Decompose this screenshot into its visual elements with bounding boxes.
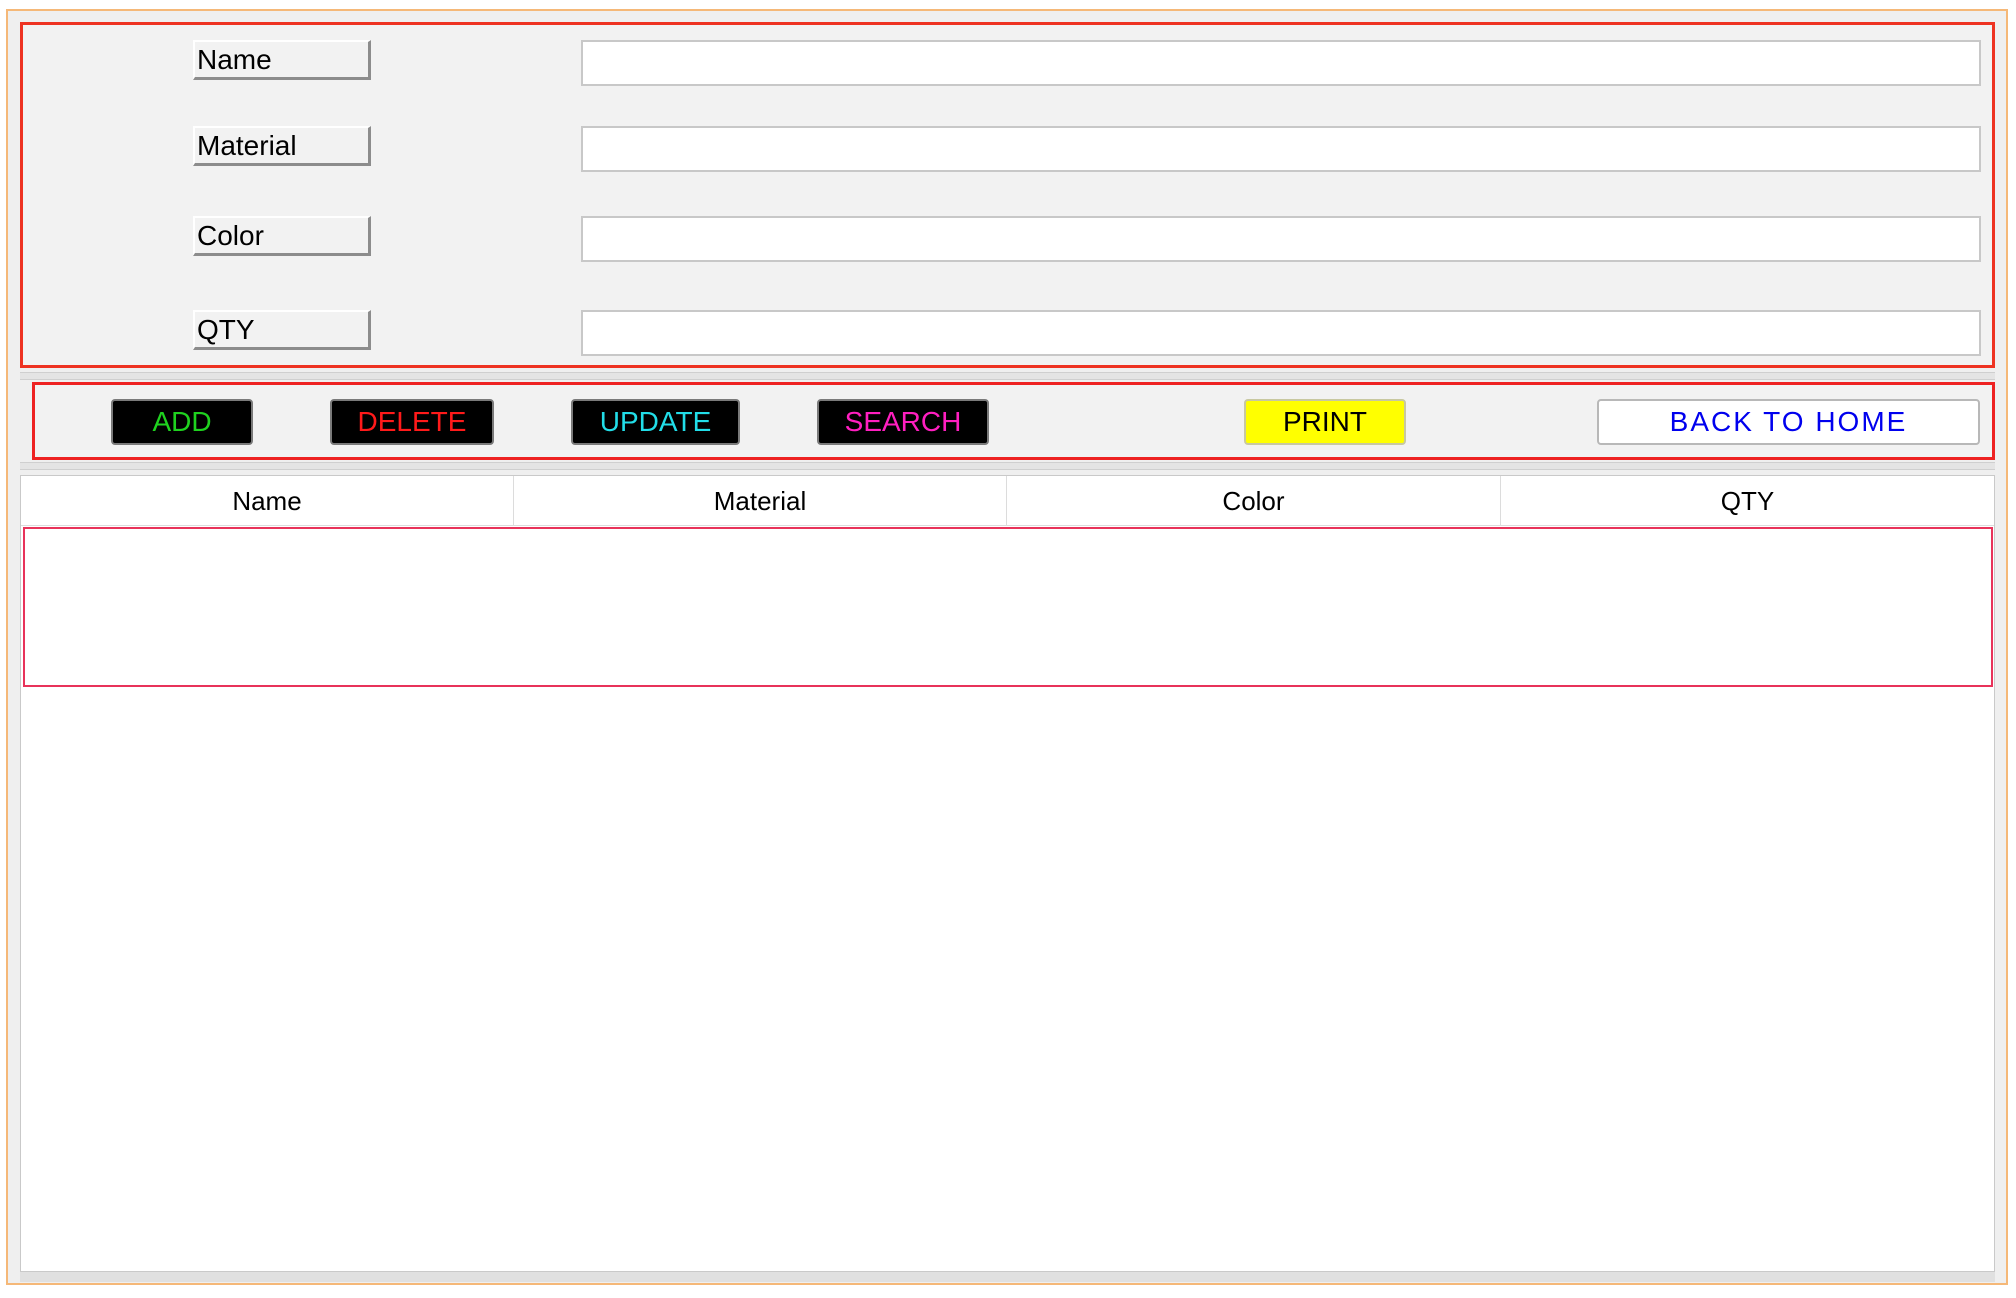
column-header-material[interactable]: Material <box>514 476 1007 526</box>
toolbar-divider <box>20 462 1995 470</box>
table-row[interactable] <box>23 527 1993 687</box>
update-button[interactable]: UPDATE <box>571 399 740 445</box>
color-input[interactable] <box>581 216 1981 262</box>
back-to-home-button[interactable]: BACK TO HOME <box>1597 399 1980 445</box>
name-input[interactable] <box>581 40 1981 86</box>
column-header-color[interactable]: Color <box>1007 476 1501 526</box>
qty-label: QTY <box>193 310 371 350</box>
print-button[interactable]: PRINT <box>1244 399 1406 445</box>
material-label: Material <box>193 126 371 166</box>
action-button-panel: ADD DELETE UPDATE SEARCH PRINT BACK TO H… <box>32 382 1995 460</box>
color-label: Color <box>193 216 371 256</box>
column-header-name[interactable]: Name <box>21 476 514 526</box>
horizontal-scrollbar[interactable] <box>20 1272 1995 1282</box>
add-button[interactable]: ADD <box>111 399 253 445</box>
material-input[interactable] <box>581 126 1981 172</box>
qty-input[interactable] <box>581 310 1981 356</box>
inventory-table[interactable]: Name Material Color QTY <box>20 475 1995 1272</box>
input-form-panel: Name Material Color QTY <box>20 22 1995 368</box>
name-label: Name <box>193 40 371 80</box>
column-header-qty[interactable]: QTY <box>1501 476 1994 526</box>
form-divider <box>20 372 1995 380</box>
delete-button[interactable]: DELETE <box>330 399 494 445</box>
search-button[interactable]: SEARCH <box>817 399 989 445</box>
